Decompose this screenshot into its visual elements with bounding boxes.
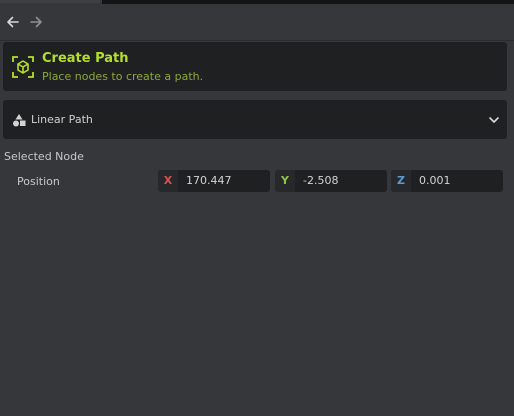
cube-icon [12,56,34,78]
position-x-value: 170.447 [186,174,232,187]
position-y-value: -2.508 [303,174,339,187]
position-x-field[interactable]: X 170.447 [158,170,270,192]
create-path-subtitle: Place nodes to create a path. [42,70,204,83]
navigation-bar [0,4,514,41]
z-axis-label: Z [391,170,411,192]
x-axis-label: X [158,170,178,192]
y-axis-label: Y [275,170,295,192]
path-type-dropdown[interactable]: Linear Path [3,100,507,139]
position-label: Position [17,175,60,188]
active-tab-edge [0,0,100,3]
forward-button[interactable] [27,13,45,31]
position-z-field[interactable]: Z 0.001 [391,170,503,192]
shapes-icon [13,114,26,127]
create-path-title: Create Path [42,51,129,66]
chevron-down-icon [489,117,499,123]
back-button[interactable] [4,13,22,31]
position-y-field[interactable]: Y -2.508 [275,170,387,192]
arrow-left-icon [7,16,19,28]
create-path-banner: Create Path Place nodes to create a path… [3,42,507,91]
selected-node-heading: Selected Node [4,150,84,163]
position-z-value: 0.001 [419,174,451,187]
arrow-right-icon [30,16,42,28]
path-type-selected: Linear Path [31,113,93,126]
